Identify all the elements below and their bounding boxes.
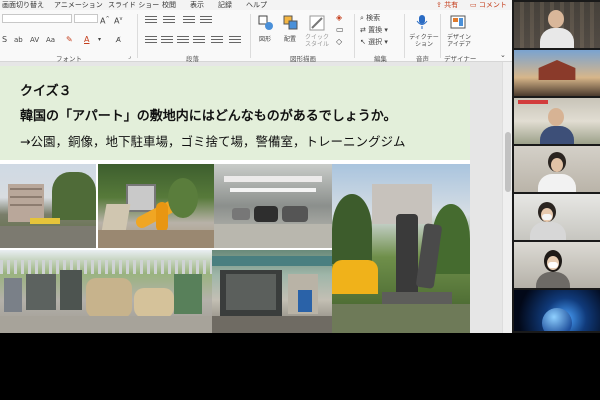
group-separator [440,14,441,58]
participant-video[interactable] [514,242,600,288]
bullets-icon[interactable] [145,16,157,24]
find-button[interactable]: ⌕ 検索 [360,13,380,23]
collapse-ribbon-icon[interactable]: ⌄ [500,50,506,60]
spacing-icon[interactable]: AV [30,35,39,45]
line-spacing-icon[interactable] [229,36,241,44]
playground-photo [98,164,214,248]
slide-editor-area: クイズ３ 韓国の「アパート」の敷地内にはどんなものがあるでしょうか。 →公園，銅… [0,62,512,333]
ribbon: A^ Av S ab AV Aa ✎ A ▾ A̸ フォント ⌟ 段落 図形 配… [0,10,512,63]
tab-slideshow[interactable]: スライド ショー [108,0,159,10]
share-button[interactable]: ⇪ 共有 [436,0,458,10]
shrink-font-icon[interactable]: Av [114,14,122,27]
arrange-icon[interactable] [283,15,299,31]
tab-review[interactable]: 校閲 [162,0,176,10]
find-label: 検索 [366,14,381,22]
replace-button[interactable]: ⇄ 置換 ▾ [360,25,388,35]
microphone-icon[interactable] [416,14,428,30]
shape-effects-icon[interactable]: ◇ [336,37,342,47]
highlight-icon[interactable]: ✎ [66,35,73,45]
design-ideas-label: デザイン アイデア [446,34,471,48]
align-left-icon[interactable] [145,36,157,44]
dialog-launcher-icon[interactable]: ⌟ [128,53,131,60]
replace-label: 置換 [368,26,383,34]
participant-video[interactable] [514,194,600,240]
increase-indent-icon[interactable] [200,16,212,24]
comment-label: コメント [478,1,507,9]
share-label: 共有 [444,1,459,9]
arrange-label: 配置 [284,36,297,43]
group-separator [137,14,138,58]
char-spacing-icon[interactable]: ab [14,35,23,45]
statue-photo [332,164,470,333]
underground-parking-photo [214,164,332,248]
comment-button[interactable]: ▭ コメント [470,0,507,10]
font-name-select[interactable] [2,14,72,23]
shape-outline-icon[interactable]: ▭ [336,25,344,35]
group-separator [250,14,251,58]
dictate-label: ディクテーション [409,34,439,48]
apartment-park-photo [0,164,96,248]
font-color-icon[interactable]: A [84,35,89,45]
ribbon-tab-bar: 画面切り替え アニメーション スライド ショー 校閲 表示 記録 ヘルプ ⇪ 共… [0,0,512,10]
numbering-icon[interactable] [163,16,175,24]
tab-help[interactable]: ヘルプ [246,0,267,10]
participant-video[interactable] [514,50,600,96]
tab-view[interactable]: 表示 [190,0,204,10]
participant-video[interactable] [514,2,600,48]
slide-canvas[interactable]: クイズ３ 韓国の「アパート」の敷地内にはどんなものがあるでしょうか。 →公園，銅… [0,66,470,333]
tab-animations[interactable]: アニメーション [54,0,103,10]
tab-record[interactable]: 記録 [218,0,232,10]
guard-office-photo [212,250,332,333]
shape-fill-icon[interactable]: ◈ [336,13,342,23]
tab-transitions[interactable]: 画面切り替え [2,0,44,10]
strikethrough-icon[interactable]: S [2,35,7,45]
clear-format-icon[interactable]: A̸ [116,35,121,45]
participant-video[interactable] [514,98,600,144]
garbage-area-photo [0,250,212,333]
select-label: 選択 [368,38,383,46]
video-gallery [512,0,600,333]
change-case-icon[interactable]: Aa [46,35,55,45]
slide-margin [470,66,502,333]
group-separator [404,14,405,58]
quick-style-icon[interactable] [309,15,325,31]
participant-video[interactable] [514,146,600,192]
shapes-label: 図形 [259,36,272,43]
decrease-indent-icon[interactable] [183,16,195,24]
designer-icon[interactable] [450,14,466,30]
quiz-title: クイズ３ [20,84,72,99]
participant-video[interactable] [514,290,600,331]
justify-icon[interactable] [193,36,205,44]
group-separator [354,14,355,58]
quick-style-label: クイック スタイル [304,34,329,48]
scrollbar-thumb[interactable] [505,132,511,192]
quiz-answer: →公園，銅像，地下駐車場，ゴミ捨て場，警備室，トレーニングジム [20,134,406,149]
font-size-select[interactable] [74,14,98,23]
font-color-dropdown-icon[interactable]: ▾ [98,35,101,45]
select-button[interactable]: ↖ 選択 ▾ [360,37,388,47]
powerpoint-window: 画面切り替え アニメーション スライド ショー 校閲 表示 記録 ヘルプ ⇪ 共… [0,0,512,333]
grow-font-icon[interactable]: A^ [100,14,110,27]
vertical-scrollbar[interactable] [502,62,512,333]
screen-bottom-area [0,333,600,400]
align-right-icon[interactable] [177,36,189,44]
shapes-icon[interactable] [258,15,274,31]
quiz-question: 韓国の「アパート」の敷地内にはどんなものがあるでしょうか。 [20,109,397,124]
columns-icon[interactable] [211,36,223,44]
align-center-icon[interactable] [161,36,173,44]
